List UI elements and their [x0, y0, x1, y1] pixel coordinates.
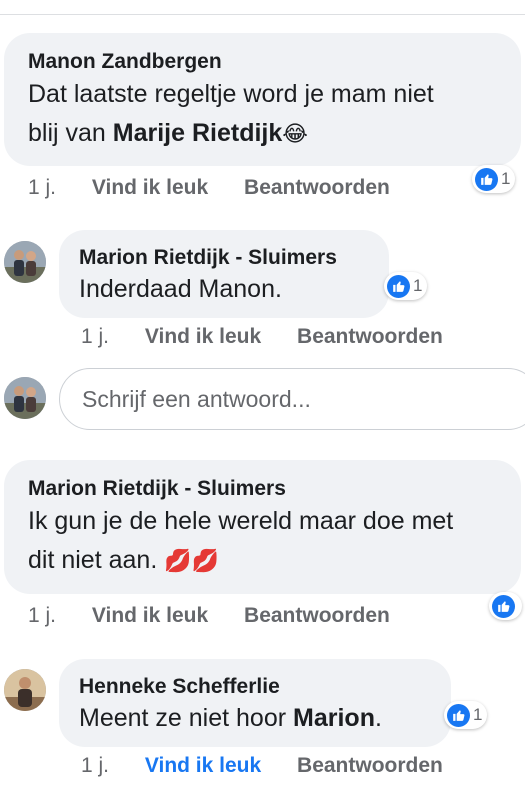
comment-bubble-henneke: Henneke Schefferlie Meent ze niet hoor M… — [59, 659, 451, 747]
comment-timestamp[interactable]: 1 j. — [81, 325, 109, 349]
reply-button[interactable]: Beantwoorden — [297, 325, 443, 349]
reaction-count[interactable]: 1 — [384, 272, 428, 300]
comment-bubble-marion-2: Marion Rietdijk - Sluimers Ik gun je de … — [4, 460, 521, 594]
mention-link[interactable]: Marion — [293, 704, 375, 732]
comment-author[interactable]: Henneke Schefferlie — [79, 674, 431, 700]
thumbs-up-icon — [387, 274, 410, 298]
comment-bubble-marion: Marion Rietdijk - Sluimers Inderdaad Man… — [59, 230, 389, 318]
comment-text: Meent ze niet hoor Marion. — [79, 704, 382, 732]
comment-actions: 1 j. Vind ik leuk Beantwoorden — [28, 176, 390, 200]
reply-button[interactable]: Beantwoorden — [244, 604, 390, 628]
comment-actions: 1 j. Vind ik leuk Beantwoorden — [81, 754, 443, 778]
comment-text: Ik gun je de hele wereld maar doe met di… — [28, 507, 454, 574]
thumbs-up-icon — [447, 703, 470, 727]
current-user-avatar — [4, 377, 46, 419]
comment-actions: 1 j. Vind ik leuk Beantwoorden — [28, 604, 390, 628]
like-button[interactable]: Vind ik leuk — [92, 604, 208, 628]
like-button[interactable]: Vind ik leuk — [92, 176, 208, 200]
like-button[interactable]: Vind ik leuk — [145, 754, 261, 778]
reply-button[interactable]: Beantwoorden — [297, 754, 443, 778]
comment-text: Dat laatste regeltje word je mam niet bl… — [28, 80, 434, 147]
comment-timestamp[interactable]: 1 j. — [81, 754, 109, 778]
like-button[interactable]: Vind ik leuk — [145, 325, 261, 349]
comment-author[interactable]: Manon Zandbergen — [28, 49, 497, 75]
reply-box[interactable] — [59, 368, 525, 430]
avatar[interactable] — [4, 241, 46, 283]
avatar[interactable] — [4, 669, 46, 711]
reaction-count[interactable]: 1 — [444, 701, 488, 729]
comment-author[interactable]: Marion Rietdijk - Sluimers — [79, 245, 369, 271]
reaction-count[interactable] — [489, 592, 522, 620]
comment-text: Inderdaad Manon. — [79, 275, 282, 303]
thumbs-up-icon — [492, 594, 515, 618]
kiss-emoji-icon: 💋💋 — [164, 548, 220, 573]
reaction-count[interactable]: 1 — [472, 165, 516, 193]
laughing-emoji-icon: 😂 — [282, 121, 308, 146]
comment-actions: 1 j. Vind ik leuk Beantwoorden — [81, 325, 443, 349]
comment-timestamp[interactable]: 1 j. — [28, 604, 56, 628]
comment-author[interactable]: Marion Rietdijk - Sluimers — [28, 476, 497, 502]
top-divider — [0, 14, 525, 15]
reply-input[interactable] — [80, 384, 504, 414]
thumbs-up-icon — [475, 167, 498, 191]
comment-bubble-manon: Manon Zandbergen Dat laatste regeltje wo… — [4, 33, 521, 166]
reply-button[interactable]: Beantwoorden — [244, 176, 390, 200]
comment-timestamp[interactable]: 1 j. — [28, 176, 56, 200]
mention-link[interactable]: Marije Rietdijk — [113, 119, 283, 147]
